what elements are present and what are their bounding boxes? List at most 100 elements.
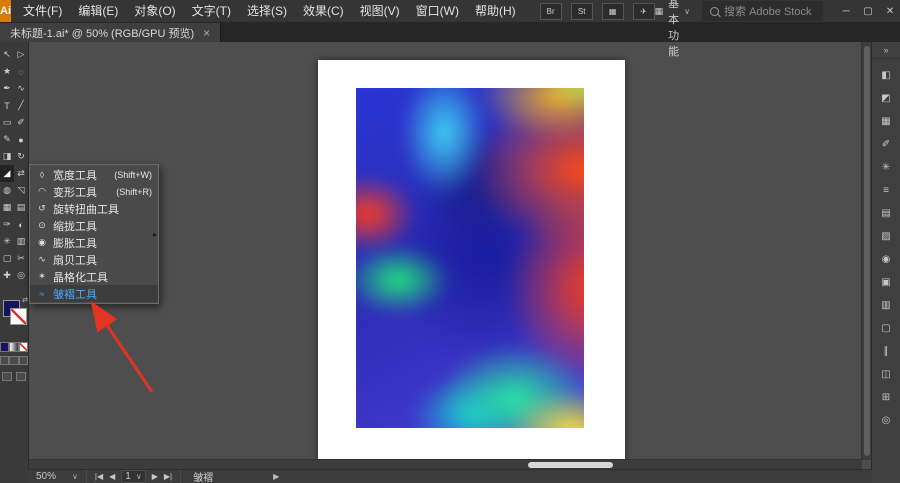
gradient-mesh-artwork[interactable] xyxy=(356,88,584,428)
fill-stroke-widget: ⇄ xyxy=(0,298,28,338)
stock-search[interactable]: 搜索 Adobe Stock xyxy=(702,1,823,21)
gradient-button[interactable] xyxy=(9,342,18,352)
draw-inside-button[interactable] xyxy=(19,356,28,365)
vertical-scroll-thumb[interactable] xyxy=(864,46,870,456)
gradient-tool[interactable]: ▤ xyxy=(14,199,28,216)
line-segment-tool[interactable]: ╱ xyxy=(14,97,28,114)
draw-behind-button[interactable] xyxy=(9,356,18,365)
menu-item[interactable]: 效果(C) xyxy=(295,0,352,22)
color-panel-icon[interactable]: ◧ xyxy=(876,67,896,83)
menu-item[interactable]: 文字(T) xyxy=(184,0,239,22)
warp-tool-item[interactable]: ◠ 变形工具 (Shift+R) xyxy=(30,183,158,200)
rectangle-tool[interactable]: ▭ xyxy=(0,114,14,131)
panel-icon-stack: ◧ ◩ ▦ ✐ ✳ ≡ ▤ ▨ ◉ ▣ ▥ ▢ ∥ ◫ ⊞ ◎ xyxy=(872,59,900,428)
menu-item[interactable]: 对象(O) xyxy=(126,0,183,22)
none-button[interactable] xyxy=(19,342,28,352)
color-guide-panel-icon[interactable]: ◩ xyxy=(876,90,896,106)
last-artboard-button[interactable]: ▶| xyxy=(164,472,172,481)
bloat-tool-item[interactable]: ◉ 膨胀工具 xyxy=(30,234,158,251)
close-button[interactable]: ✕ xyxy=(879,0,900,22)
menu-item[interactable]: 帮助(H) xyxy=(467,0,524,22)
flyout-item-label: 变形工具 xyxy=(53,184,97,200)
width-tool-item[interactable]: ◊ 宽度工具 (Shift+W) xyxy=(30,166,158,183)
menu-item[interactable]: 选择(S) xyxy=(239,0,295,22)
blob-brush-tool[interactable]: ● xyxy=(14,131,28,148)
mesh-tool[interactable]: ▦ xyxy=(0,199,14,216)
zoom-tool[interactable]: ◎ xyxy=(14,267,28,284)
workspace-switcher[interactable]: ▦ 传统基本功能 ∨ xyxy=(655,0,690,59)
liquify-tools-flyout: ◊ 宽度工具 (Shift+W) ◠ 变形工具 (Shift+R) ↺ 旋转扭曲… xyxy=(29,164,159,304)
swap-fill-stroke-icon[interactable]: ⇄ xyxy=(22,296,28,304)
first-artboard-button[interactable]: |◀ xyxy=(95,472,103,481)
eyedropper-tool[interactable]: ✑ xyxy=(0,216,14,233)
share-icon[interactable]: ✈ xyxy=(633,3,655,20)
hand-tool[interactable]: ✚ xyxy=(0,267,14,284)
menu-item[interactable]: 编辑(E) xyxy=(70,0,126,22)
eraser-tool[interactable]: ◨ xyxy=(0,148,14,165)
previous-artboard-button[interactable]: ◀ xyxy=(109,472,115,481)
menu-item[interactable]: 文件(F) xyxy=(15,0,70,22)
pathfinder-panel-icon[interactable]: ◫ xyxy=(876,366,896,382)
arrange-documents-icon[interactable]: ▦ xyxy=(602,3,624,20)
perspective-grid-tool[interactable]: ◹ xyxy=(14,182,28,199)
menu-item[interactable]: 视图(V) xyxy=(352,0,408,22)
minimize-button[interactable]: ─ xyxy=(835,0,857,22)
edit-toolbar-button[interactable] xyxy=(16,372,26,381)
rotate-tool[interactable]: ↻ xyxy=(14,148,28,165)
type-tool[interactable]: T xyxy=(0,97,14,114)
artboard-navigation: |◀ ◀ 1 ∨ ▶ ▶| xyxy=(87,470,181,483)
pencil-tool[interactable]: ✎ xyxy=(0,131,14,148)
shape-builder-tool[interactable]: ◍ xyxy=(0,182,14,199)
screen-mode-button[interactable] xyxy=(2,372,12,381)
pucker-tool-item[interactable]: ⊙ 缩拢工具 xyxy=(30,217,158,234)
graphic-styles-panel-icon[interactable]: ▣ xyxy=(876,274,896,290)
direct-selection-tool[interactable]: ▷ xyxy=(14,46,28,63)
magic-wand-tool[interactable]: ★ xyxy=(0,63,14,80)
brushes-panel-icon[interactable]: ✐ xyxy=(876,136,896,152)
restore-button[interactable]: ▢ xyxy=(857,0,879,22)
selection-tool[interactable]: ↖ xyxy=(0,46,14,63)
artboard-number-select[interactable]: 1 ∨ xyxy=(121,470,145,483)
symbols-panel-icon[interactable]: ✳ xyxy=(876,159,896,175)
swatches-panel-icon[interactable]: ▦ xyxy=(876,113,896,129)
transform-panel-icon[interactable]: ⊞ xyxy=(876,389,896,405)
pen-tool[interactable]: ✒ xyxy=(0,80,14,97)
paintbrush-tool[interactable]: ✐ xyxy=(14,114,28,131)
bridge-icon[interactable]: Br xyxy=(540,3,562,20)
stock-icon[interactable]: St xyxy=(571,3,593,20)
document-tab[interactable]: 未标题-1.ai* @ 50% (RGB/GPU 预览) × xyxy=(0,23,221,42)
crystallize-tool-item[interactable]: ✶ 晶格化工具 xyxy=(30,268,158,285)
appearance-panel-icon[interactable]: ◉ xyxy=(876,251,896,267)
next-artboard-button[interactable]: ▶ xyxy=(152,472,158,481)
wrinkle-tool-item[interactable]: ≈ 皱褶工具 xyxy=(30,285,158,302)
artboard-tool[interactable]: ▢ xyxy=(0,250,14,267)
transparency-panel-icon[interactable]: ▨ xyxy=(876,228,896,244)
lasso-tool[interactable]: ◌ xyxy=(14,63,28,80)
symbol-sprayer-tool[interactable]: ✳ xyxy=(0,233,14,250)
stroke-panel-icon[interactable]: ≡ xyxy=(876,182,896,198)
menu-item[interactable]: 窗口(W) xyxy=(408,0,467,22)
artboard[interactable] xyxy=(318,60,625,465)
slice-tool[interactable]: ✂ xyxy=(14,250,28,267)
color-button[interactable] xyxy=(0,342,9,352)
artboards-panel-icon[interactable]: ▢ xyxy=(876,320,896,336)
scallop-tool-item[interactable]: ∿ 扇贝工具 xyxy=(30,251,158,268)
twirl-tool-item[interactable]: ↺ 旋转扭曲工具 xyxy=(30,200,158,217)
expand-panels-icon[interactable]: » xyxy=(872,42,900,59)
curvature-tool[interactable]: ∿ xyxy=(14,80,28,97)
draw-normal-button[interactable] xyxy=(0,356,9,365)
navigator-panel-icon[interactable]: ◎ xyxy=(876,412,896,428)
column-graph-tool[interactable]: ▥ xyxy=(14,233,28,250)
panel-dock: » ◧ ◩ ▦ ✐ ✳ ≡ ▤ ▨ ◉ ▣ ▥ ▢ ∥ ◫ ⊞ ◎ xyxy=(871,42,900,483)
status-expand-icon[interactable]: ▶ xyxy=(273,472,279,481)
zoom-level-select[interactable]: 50% ∨ xyxy=(28,470,87,483)
tab-close-icon[interactable]: × xyxy=(203,26,210,40)
align-panel-icon[interactable]: ∥ xyxy=(876,343,896,359)
width-tool[interactable]: ◢ xyxy=(0,165,14,182)
horizontal-scroll-thumb[interactable] xyxy=(528,462,613,468)
stroke-color-swatch[interactable] xyxy=(10,308,27,325)
blend-tool[interactable]: ◐ xyxy=(14,216,28,233)
layers-panel-icon[interactable]: ▥ xyxy=(876,297,896,313)
gradient-panel-icon[interactable]: ▤ xyxy=(876,205,896,221)
free-transform-tool[interactable]: ⇄ xyxy=(14,165,28,182)
